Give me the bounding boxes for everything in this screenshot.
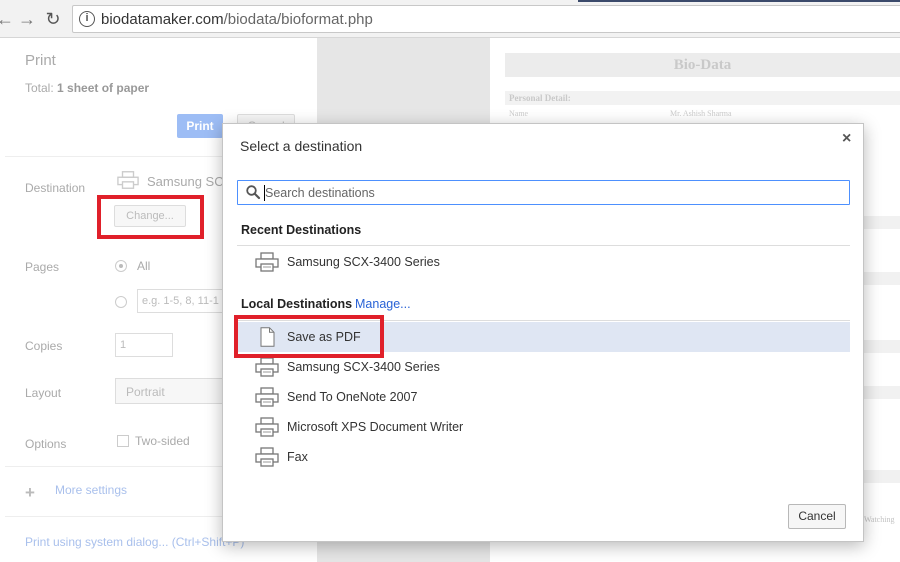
browser-toolbar: ← → ↻ i biodatamaker.com/biodata/bioform… bbox=[0, 0, 900, 38]
pages-all-label: All bbox=[137, 259, 151, 273]
preview-section-title: Personal Detail: bbox=[505, 91, 900, 105]
local-destinations-header: Local Destinations bbox=[241, 297, 353, 311]
preview-name-label: Name bbox=[509, 109, 529, 118]
printer-icon bbox=[255, 357, 279, 377]
layout-label: Layout bbox=[25, 386, 62, 400]
destination-label: Samsung SCX-3400 Series bbox=[287, 255, 440, 269]
back-icon[interactable]: ← bbox=[0, 8, 16, 30]
printer-icon bbox=[117, 171, 139, 189]
printer-icon bbox=[255, 252, 279, 272]
total-label: Total: bbox=[25, 81, 54, 95]
destination-item[interactable]: Fax bbox=[237, 442, 850, 472]
preview-row-stripe bbox=[860, 216, 900, 229]
pages-custom-radio[interactable] bbox=[115, 296, 127, 308]
destination-printer-name: Samsung SCX bbox=[147, 174, 233, 189]
print-button[interactable]: Print bbox=[177, 114, 223, 138]
forward-icon[interactable]: → bbox=[16, 8, 38, 30]
layout-select[interactable]: Portrait bbox=[115, 378, 235, 404]
preview-doc-title: Bio-Data bbox=[505, 53, 900, 77]
recent-destinations-header: Recent Destinations bbox=[241, 223, 362, 237]
divider bbox=[237, 245, 850, 246]
url-path: /biodata/bioformat.php bbox=[223, 11, 373, 28]
destination-item[interactable]: Microsoft XPS Document Writer bbox=[237, 412, 850, 442]
preview-row-stripe bbox=[860, 470, 900, 483]
options-label: Options bbox=[25, 437, 67, 451]
total-value: 1 sheet of paper bbox=[57, 81, 150, 95]
preview-watching-text: Watching bbox=[864, 515, 895, 524]
search-input[interactable] bbox=[265, 183, 840, 202]
reload-icon[interactable]: ↻ bbox=[42, 8, 64, 30]
destination-label: Send To OneNote 2007 bbox=[287, 390, 418, 404]
manage-link[interactable]: Manage... bbox=[355, 297, 411, 311]
system-dialog-link[interactable]: Print using system dialog... (Ctrl+Shift… bbox=[25, 535, 244, 549]
dialog-title: Select a destination bbox=[240, 138, 363, 154]
printer-icon bbox=[255, 387, 279, 407]
preview-row-stripe bbox=[860, 272, 900, 285]
print-title: Print bbox=[25, 52, 56, 69]
select-destination-dialog: Select a destination × Recent Destinatio… bbox=[222, 123, 864, 542]
two-sided-label: Two-sided bbox=[135, 434, 190, 448]
close-icon[interactable]: × bbox=[842, 130, 851, 148]
destination-item[interactable]: Samsung SCX-3400 Series bbox=[237, 247, 850, 277]
text-cursor bbox=[264, 185, 265, 201]
annotation-highlight-change bbox=[97, 195, 204, 239]
copies-input[interactable]: 1 bbox=[115, 333, 173, 357]
pages-all-radio[interactable] bbox=[115, 260, 127, 272]
more-settings-link[interactable]: More settings bbox=[55, 483, 127, 497]
annotation-highlight-save-pdf bbox=[234, 315, 384, 358]
search-destinations-field[interactable] bbox=[237, 180, 850, 205]
two-sided-checkbox[interactable] bbox=[117, 435, 129, 447]
destination-label: Samsung SCX-3400 Series bbox=[287, 360, 440, 374]
printer-icon bbox=[255, 447, 279, 467]
preview-name-value: Mr. Ashish Sharma bbox=[670, 109, 732, 118]
preview-row-stripe bbox=[860, 340, 900, 353]
search-icon bbox=[246, 185, 261, 200]
plus-icon[interactable]: + bbox=[25, 483, 35, 503]
pages-label: Pages bbox=[25, 260, 60, 274]
dialog-cancel-button[interactable]: Cancel bbox=[788, 504, 846, 529]
printer-icon bbox=[255, 417, 279, 437]
destination-label: Fax bbox=[287, 450, 308, 464]
destination-item[interactable]: Send To OneNote 2007 bbox=[237, 382, 850, 412]
site-info-icon[interactable]: i bbox=[79, 11, 95, 27]
url-domain: biodatamaker.com bbox=[101, 11, 224, 28]
tab-strip-edge bbox=[578, 0, 900, 2]
total-sheets: Total: 1 sheet of paper bbox=[25, 81, 149, 95]
destination-label: Microsoft XPS Document Writer bbox=[287, 420, 464, 434]
copies-label: Copies bbox=[25, 339, 63, 353]
destination-label: Destination bbox=[25, 181, 86, 195]
preview-row-stripe bbox=[860, 386, 900, 399]
address-bar[interactable]: i biodatamaker.com/biodata/bioformat.php bbox=[72, 5, 900, 33]
url-text: biodatamaker.com/biodata/bioformat.php bbox=[101, 11, 373, 28]
